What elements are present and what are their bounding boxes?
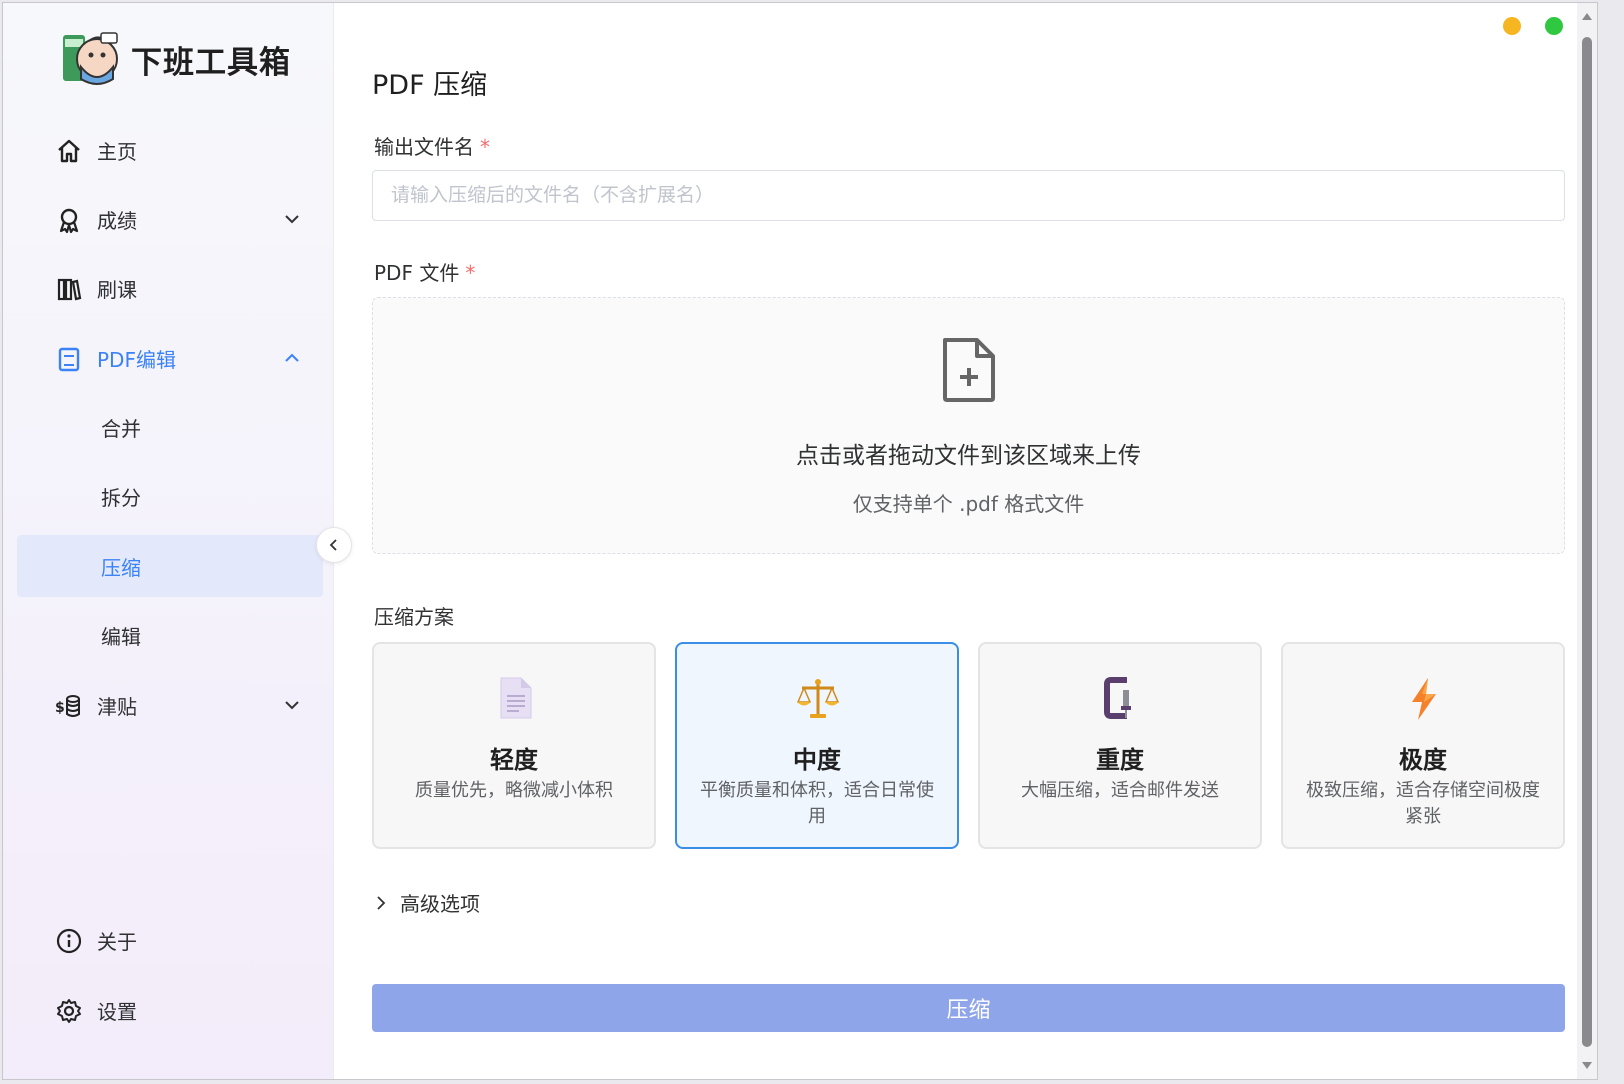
- sidebar-item-merge[interactable]: 合并: [17, 396, 323, 458]
- advanced-options-label: 高级选项: [400, 892, 480, 916]
- app-name: 下班工具箱: [131, 44, 291, 81]
- chevron-down-icon: [285, 215, 299, 224]
- file-upload-dropzone[interactable]: 点击或者拖动文件到该区域来上传 仅支持单个 .pdf 格式文件: [372, 297, 1565, 554]
- sidebar: 下班工具箱 主页 成绩 刷课 PDF编辑 合并 拆分 压缩 编辑 $ 津贴 关于…: [3, 3, 334, 1079]
- output-filename-label: 输出文件名 *: [374, 131, 490, 160]
- book-icon: [58, 347, 80, 372]
- plan-desc: 大幅压缩，适合邮件发送: [1021, 780, 1219, 801]
- compress-button[interactable]: 压缩: [372, 984, 1565, 1032]
- app-window: 下班工具箱 主页 成绩 刷课 PDF编辑 合并 拆分 压缩 编辑 $ 津贴 关于…: [2, 2, 1598, 1080]
- required-mark: *: [465, 261, 476, 285]
- app-logo: 下班工具箱: [59, 29, 291, 89]
- compression-plan-label: 压缩方案: [374, 605, 454, 629]
- minimize-button[interactable]: [1503, 17, 1521, 35]
- sidebar-item-label: 拆分: [101, 485, 141, 510]
- document-icon: [500, 677, 532, 719]
- pdf-file-label: PDF 文件 *: [374, 257, 475, 286]
- scrollbar[interactable]: [1577, 3, 1597, 1079]
- sidebar-item-pdf-edit[interactable]: PDF编辑: [17, 327, 323, 389]
- pdf-file-label-text: PDF 文件: [374, 261, 460, 285]
- plan-title: 重度: [1096, 746, 1144, 774]
- sidebar-item-label: 编辑: [101, 624, 141, 649]
- coins-icon: $: [55, 695, 80, 717]
- sidebar-item-compress[interactable]: 压缩: [17, 535, 323, 597]
- maximize-button[interactable]: [1545, 17, 1563, 35]
- sidebar-item-courses[interactable]: 刷课: [17, 257, 323, 319]
- award-icon: [59, 208, 79, 234]
- advanced-options-toggle[interactable]: 高级选项: [374, 888, 480, 917]
- main-content: PDF 压缩 输出文件名 * 请输入压缩后的文件名（不含扩展名） PDF 文件 * …: [334, 3, 1597, 1079]
- chevron-down-icon: [285, 701, 299, 710]
- output-filename-input[interactable]: 请输入压缩后的文件名（不含扩展名）: [372, 170, 1565, 221]
- required-mark: *: [480, 135, 490, 159]
- home-icon: [58, 139, 80, 163]
- output-filename-label-text: 输出文件名: [374, 135, 474, 159]
- sidebar-item-label: 刷课: [97, 277, 137, 302]
- page-title: PDF 压缩: [372, 70, 488, 101]
- sidebar-item-settings[interactable]: 设置: [17, 979, 323, 1041]
- info-icon: [56, 928, 82, 954]
- chevron-up-icon: [285, 353, 299, 362]
- plan-medium[interactable]: 中度 平衡质量和体积，适合日常使用: [675, 642, 959, 849]
- upload-subhint: 仅支持单个 .pdf 格式文件: [852, 492, 1085, 516]
- sidebar-item-grades[interactable]: 成绩: [17, 188, 323, 250]
- plan-title: 轻度: [490, 746, 538, 774]
- balance-scale-icon: [796, 679, 840, 718]
- sidebar-item-label: PDF编辑: [97, 347, 176, 372]
- file-add-icon: [943, 338, 995, 402]
- plan-heavy[interactable]: 重度 大幅压缩，适合邮件发送: [978, 642, 1262, 849]
- plan-desc: 极致压缩，适合存储空间极度紧张: [1306, 780, 1540, 827]
- scrollbar-thumb[interactable]: [1582, 37, 1592, 1047]
- scroll-up-icon[interactable]: [1581, 11, 1593, 21]
- chevron-right-icon: [377, 895, 386, 910]
- sidebar-item-label: 合并: [101, 416, 141, 441]
- gear-icon: [57, 999, 81, 1023]
- compression-plans: 轻度 质量优先，略微减小体积 中度 平衡质量和体积，适合日常使用 重度 大幅压缩…: [372, 642, 1565, 849]
- plan-title: 中度: [793, 746, 841, 774]
- books-icon: [57, 278, 82, 301]
- upload-hint: 点击或者拖动文件到该区域来上传: [796, 443, 1141, 469]
- sidebar-item-about[interactable]: 关于: [17, 909, 323, 971]
- output-filename-placeholder: 请输入压缩后的文件名（不含扩展名）: [391, 184, 715, 206]
- sidebar-item-label: 设置: [97, 999, 137, 1024]
- plan-light[interactable]: 轻度 质量优先，略微减小体积: [372, 642, 656, 849]
- plan-desc: 平衡质量和体积，适合日常使用: [700, 780, 934, 827]
- sidebar-collapse-button[interactable]: [316, 527, 352, 563]
- sidebar-item-allowance[interactable]: $ 津贴: [17, 674, 323, 736]
- chevron-left-icon: [329, 539, 337, 551]
- lightning-icon: [1412, 678, 1436, 720]
- sidebar-item-home[interactable]: 主页: [17, 119, 323, 181]
- sidebar-item-label: 压缩: [101, 555, 141, 580]
- sidebar-item-label: 津贴: [97, 694, 137, 719]
- sidebar-item-split[interactable]: 拆分: [17, 465, 323, 527]
- plan-title: 极度: [1399, 746, 1447, 774]
- sidebar-item-edit[interactable]: 编辑: [17, 604, 323, 666]
- sidebar-item-label: 关于: [97, 929, 137, 954]
- sidebar-item-label: 成绩: [97, 208, 137, 233]
- logo-icon: [63, 32, 118, 85]
- clamp-icon: [1104, 677, 1131, 719]
- plan-extreme[interactable]: 极度 极致压缩，适合存储空间极度紧张: [1281, 642, 1565, 849]
- plan-desc: 质量优先，略微减小体积: [415, 780, 613, 801]
- scroll-down-icon[interactable]: [1581, 1061, 1593, 1071]
- sidebar-item-label: 主页: [97, 139, 137, 164]
- svg-text:$: $: [55, 700, 65, 716]
